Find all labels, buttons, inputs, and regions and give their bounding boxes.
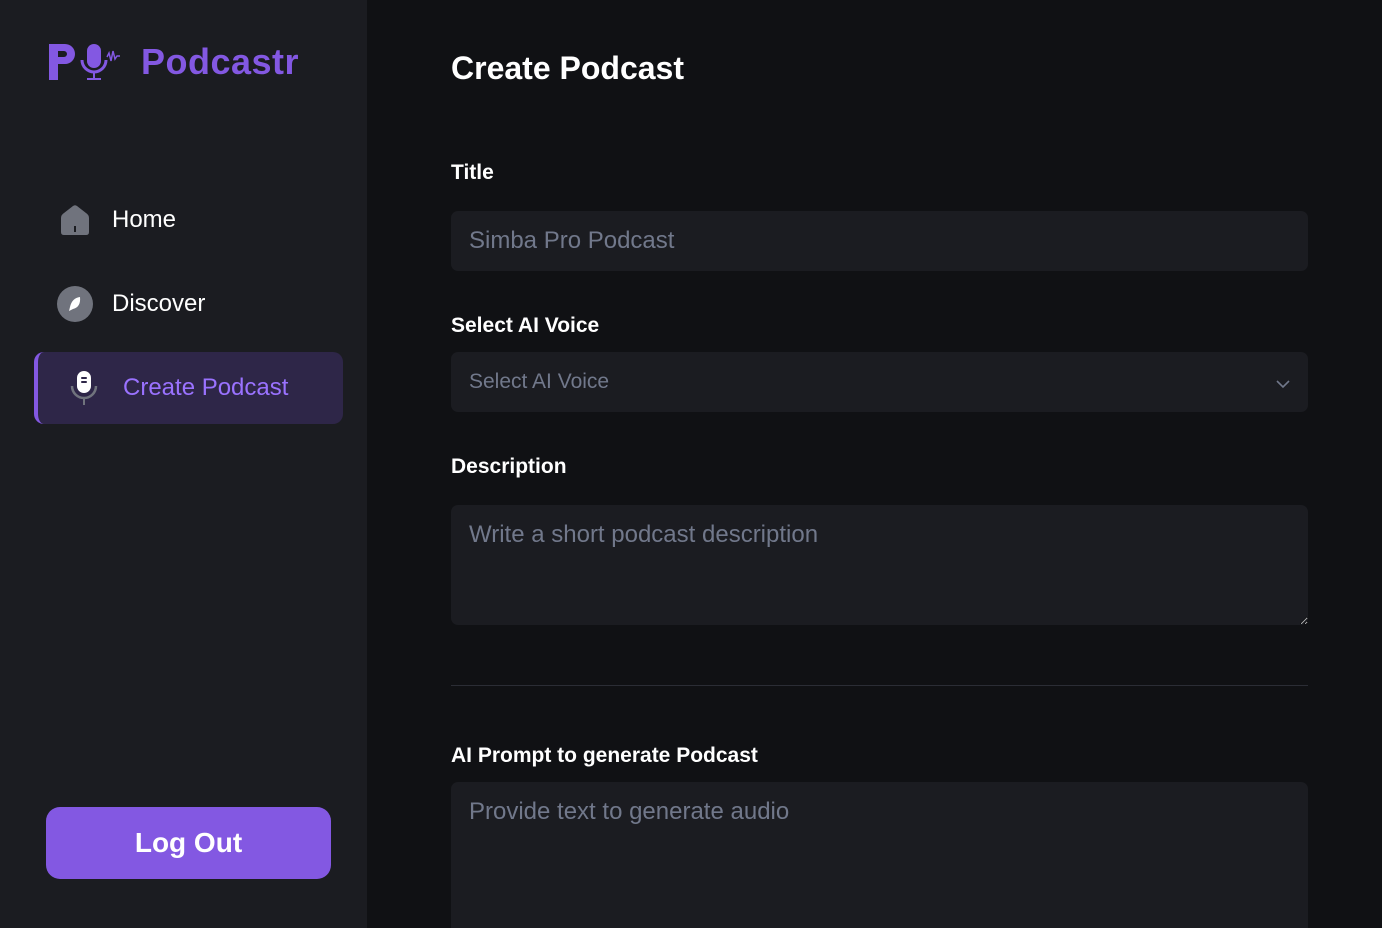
voice-select[interactable]: Select AI Voice (451, 352, 1308, 412)
sidebar-item-home[interactable]: Home (34, 184, 343, 256)
page-title: Create Podcast (451, 50, 684, 86)
logo-icon (49, 44, 120, 80)
sidebar-item-discover[interactable]: Discover (34, 268, 343, 340)
sidebar-item-label: Discover (112, 290, 206, 317)
title-input[interactable] (451, 211, 1308, 271)
home-icon (56, 201, 94, 239)
main-content: Create Podcast Title Select AI Voice Sel… (451, 0, 1308, 928)
logout-button[interactable]: Log Out (46, 807, 331, 879)
voice-label: Select AI Voice (451, 314, 600, 337)
microphone-icon (65, 369, 103, 407)
divider (451, 685, 1308, 686)
sidebar-item-create-podcast[interactable]: Create Podcast (34, 352, 343, 424)
description-label: Description (451, 455, 567, 478)
title-label: Title (451, 161, 494, 184)
logo-text: Podcastr (141, 41, 300, 82)
prompt-label: AI Prompt to generate Podcast (451, 744, 758, 767)
sidebar-item-label: Home (112, 206, 177, 233)
logo[interactable]: Podcastr (47, 40, 299, 84)
voice-select-value: Select AI Voice (469, 370, 610, 393)
chevron-down-icon (1276, 368, 1290, 396)
sidebar-item-label: Create Podcast (123, 374, 289, 401)
compass-icon (56, 285, 94, 323)
sidebar: Podcastr Home Discover Create Podcast Lo… (0, 0, 367, 928)
description-textarea[interactable] (451, 505, 1308, 625)
prompt-textarea[interactable] (451, 782, 1308, 928)
